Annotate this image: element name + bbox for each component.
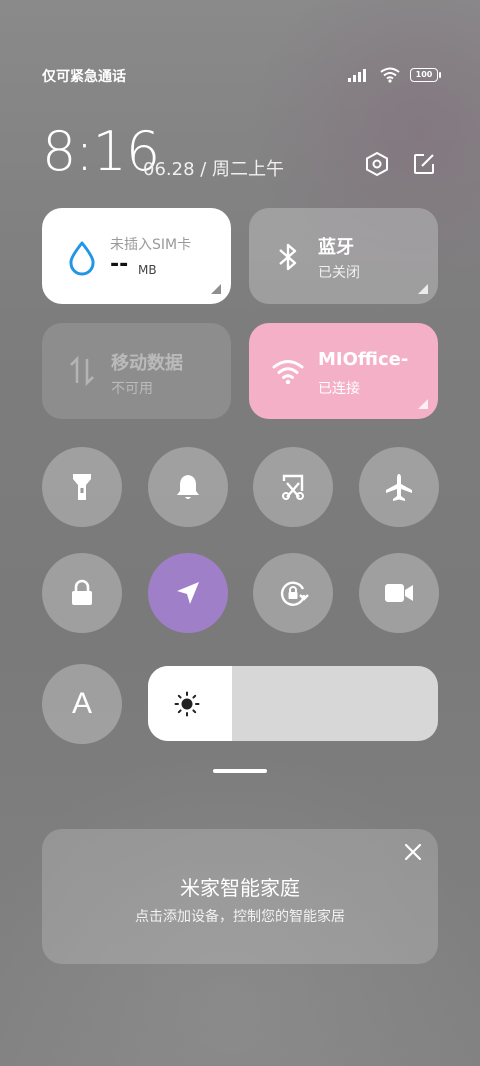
drop-icon (69, 241, 95, 276)
bell-icon (177, 475, 199, 499)
sun-icon (174, 691, 200, 717)
screen-record-toggle[interactable] (359, 553, 439, 633)
settings-icon (366, 151, 388, 177)
screenshot-icon (282, 474, 304, 500)
bluetooth-title: 蓝牙 (318, 237, 354, 258)
mobile-data-tile[interactable]: 移动数据 不可用 (42, 323, 231, 419)
wifi-tile[interactable]: MIOffice- 已连接 (249, 323, 438, 419)
signal-icon (348, 69, 366, 82)
wifi-status-icon (380, 67, 400, 83)
smart-home-title: 米家智能家庭 (180, 876, 300, 900)
data-arrows-icon (70, 355, 94, 387)
edit-icon (414, 154, 434, 174)
expand-corner (211, 284, 221, 294)
location-toggle[interactable] (148, 553, 228, 633)
battery-icon: 100 (410, 68, 441, 82)
mobile-data-title: 移动数据 (111, 353, 183, 374)
data-usage-unit: MB (138, 263, 157, 277)
settings-button[interactable] (363, 150, 391, 178)
mobile-data-status: 不可用 (111, 381, 153, 397)
clock-time: 8:16 (42, 120, 160, 183)
lock-screen-toggle[interactable] (42, 553, 122, 633)
carrier-text: 仅可紧急通话 (42, 69, 126, 85)
bluetooth-icon (279, 243, 297, 271)
wifi-icon (272, 360, 304, 385)
bluetooth-status: 已关闭 (318, 265, 360, 281)
close-icon[interactable] (404, 843, 422, 861)
flashlight-toggle[interactable] (42, 447, 122, 527)
expand-corner (418, 399, 428, 409)
rotation-lock-icon (280, 581, 309, 606)
ringer-toggle[interactable] (148, 447, 228, 527)
status-bar: 仅可紧急通话 100 (42, 66, 441, 88)
bluetooth-tile[interactable]: 蓝牙 已关闭 (249, 208, 438, 304)
smart-home-card[interactable]: 米家智能家庭 点击添加设备，控制您的智能家居 (42, 829, 438, 964)
flashlight-icon (73, 474, 91, 500)
video-camera-icon (385, 584, 413, 602)
edit-button[interactable] (410, 150, 438, 178)
wifi-title: MIOffice- (318, 349, 409, 370)
auto-brightness-toggle[interactable]: A (42, 664, 122, 744)
airplane-toggle[interactable] (359, 447, 439, 527)
airplane-icon (386, 474, 412, 501)
lock-icon (72, 579, 92, 605)
location-icon (177, 582, 199, 604)
expand-corner (418, 284, 428, 294)
status-icons: 100 (348, 67, 441, 83)
drag-handle[interactable] (213, 769, 267, 773)
screenshot-toggle[interactable] (253, 447, 333, 527)
data-usage-value: -- (110, 252, 129, 277)
clock-date: 06.28 / 周二上午 (143, 159, 285, 180)
wifi-status: 已连接 (318, 381, 360, 397)
data-usage-tile[interactable]: 未插入SIM卡 -- MB (42, 208, 231, 304)
data-usage-title: 未插入SIM卡 (110, 237, 192, 253)
rotation-lock-toggle[interactable] (253, 553, 333, 633)
brightness-slider[interactable] (148, 666, 438, 741)
smart-home-subtitle: 点击添加设备，控制您的智能家居 (135, 909, 345, 925)
auto-brightness-label: A (71, 687, 92, 720)
